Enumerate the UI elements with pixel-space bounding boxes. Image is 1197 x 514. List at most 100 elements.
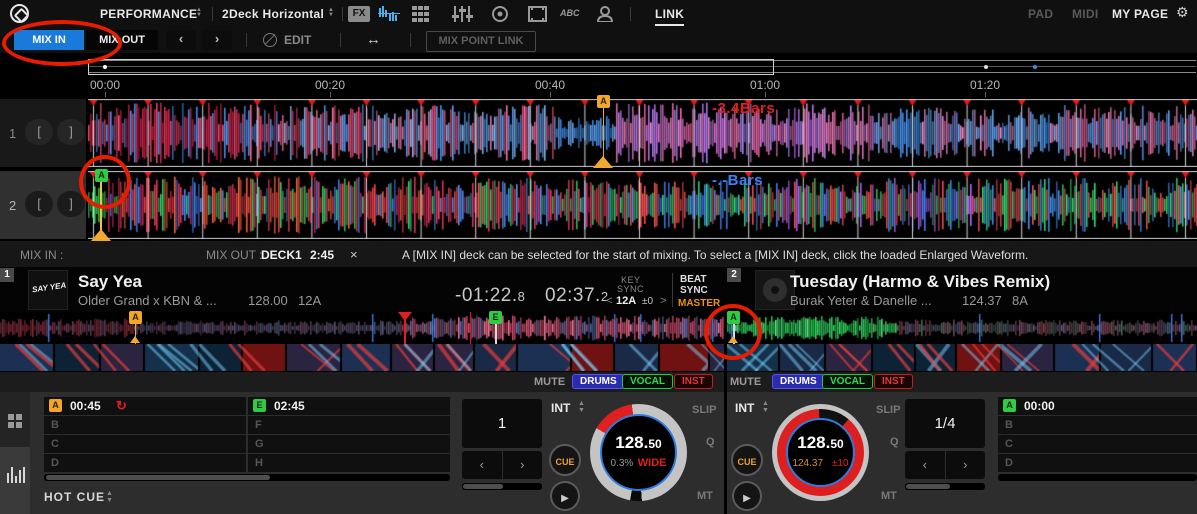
quantize-off-icon[interactable]: [263, 33, 277, 47]
recorder-icon[interactable]: [492, 6, 510, 22]
int-chevrons-icon[interactable]: ▲ ▼: [578, 400, 585, 414]
scrollbar-thumb[interactable]: [906, 484, 950, 489]
deck1-strip-cue-e[interactable]: E: [489, 311, 502, 324]
beat-sync-label[interactable]: BEAT: [680, 274, 706, 285]
hotcue-bank-chevrons-icon[interactable]: ▲ ▼: [106, 490, 113, 504]
camera-bust-icon[interactable]: [596, 6, 614, 22]
deck1-loop-out-button[interactable]: ]: [57, 119, 85, 145]
close-icon[interactable]: ×: [350, 247, 358, 262]
deck2-beatjump-value[interactable]: 1/4: [905, 399, 985, 448]
layout-chevrons-icon[interactable]: ▲ ▼: [328, 7, 334, 18]
lyric-abc-icon[interactable]: ABC: [560, 8, 580, 18]
pad-grid-icon[interactable]: [412, 6, 432, 22]
key-sync-value[interactable]: 12A: [616, 295, 636, 307]
video-icon[interactable]: [528, 6, 548, 22]
key-prev-icon[interactable]: <: [606, 295, 612, 307]
beatjump-back-button[interactable]: ‹: [462, 451, 503, 479]
deck1-cue-button[interactable]: CUE: [549, 444, 581, 476]
master-badge[interactable]: MASTER: [678, 298, 720, 309]
mix-point-link-button[interactable]: MIX POINT LINK: [426, 31, 536, 52]
deck1-mt-label[interactable]: MT: [697, 490, 713, 502]
int-chevrons-icon[interactable]: ▲ ▼: [762, 400, 769, 414]
deck1-slip-label[interactable]: SLIP: [692, 404, 716, 416]
deck2-strip-waveform[interactable]: [727, 312, 1197, 344]
prev-mix-point-button[interactable]: ‹: [166, 30, 196, 50]
gear-icon[interactable]: ⚙: [1176, 4, 1189, 21]
mode-chevrons-icon[interactable]: ▲ ▼: [196, 7, 202, 18]
beatjump-fwd-button[interactable]: ›: [946, 451, 986, 479]
deck2-badge: 2: [727, 268, 741, 282]
mode-selector[interactable]: PERFORMANCE: [100, 7, 197, 21]
deck2-hotcue-scrollbar[interactable]: [998, 474, 1197, 481]
layout-selector[interactable]: 2Deck Horizontal: [222, 7, 324, 21]
waveform-view-icon[interactable]: [378, 6, 402, 22]
mixer-icon[interactable]: [452, 6, 474, 22]
my-page-tab[interactable]: MY PAGE: [1112, 7, 1168, 21]
pad-tab[interactable]: PAD: [1028, 7, 1053, 21]
rekordbox-logo-icon[interactable]: [10, 4, 30, 24]
edit-button[interactable]: EDIT: [284, 33, 311, 47]
deck1-enlarged-waveform[interactable]: [88, 99, 1197, 167]
deck2-stem-drums-button[interactable]: DRUMS: [772, 374, 825, 389]
scrollbar-thumb[interactable]: [46, 475, 270, 480]
hotcue-slot-b[interactable]: B: [998, 416, 1197, 434]
deck2-loop-in-button[interactable]: [: [25, 191, 53, 217]
deck1-quantize-label[interactable]: Q: [706, 436, 715, 448]
overview-view-region[interactable]: [88, 59, 774, 75]
beatjump-fwd-button[interactable]: ›: [503, 451, 543, 479]
hotcue-slot-a[interactable]: A 00:45 ↺: [44, 397, 246, 415]
deck2-enlarged-waveform[interactable]: [88, 171, 1197, 239]
hotcue-slot-c[interactable]: C: [998, 435, 1197, 453]
deck2-loop-out-button[interactable]: ]: [57, 191, 85, 217]
mix-toolbar: MIX IN MIX OUT ‹ › EDIT ↔ MIX POINT LINK: [0, 27, 1197, 53]
timeline-tick: 00:40: [534, 78, 566, 92]
midi-tab[interactable]: MIDI: [1072, 7, 1099, 21]
deck1-stem-drums-button[interactable]: DRUMS: [572, 374, 625, 389]
overview-marker-dot-blue: [1033, 65, 1037, 69]
deck2-mt-label[interactable]: MT: [881, 490, 897, 502]
hotcue-slot-f[interactable]: F: [248, 416, 450, 434]
beatjump-back-button[interactable]: ‹: [905, 451, 946, 479]
deck1-beatjump-scrollbar[interactable]: [462, 483, 542, 490]
deck1-play-button[interactable]: ▶: [550, 481, 580, 511]
hotcue-slot-c[interactable]: C: [44, 435, 246, 453]
hotcue-slot-e[interactable]: E 02:45: [248, 397, 450, 415]
pad-mode-icon[interactable]: [8, 414, 22, 428]
deck1-loop-in-button[interactable]: [: [25, 119, 53, 145]
deck1-strip-cue-a[interactable]: A: [129, 311, 142, 324]
deck2-stem-vocal-button[interactable]: VOCAL: [822, 374, 873, 389]
deck1-beatjump-value[interactable]: 1: [462, 399, 542, 448]
deck2-jog-wheel[interactable]: 128.50 124.37 ±10: [772, 404, 869, 501]
hotcue-slot-g[interactable]: G: [248, 435, 450, 453]
deck2-beatjump-scrollbar[interactable]: [905, 483, 985, 490]
key-sync-label: SYNC: [617, 284, 645, 294]
deck2-int-mode[interactable]: INT: [735, 401, 754, 415]
scrollbar-thumb[interactable]: [463, 484, 503, 489]
deck2-play-button[interactable]: ▶: [732, 481, 762, 511]
hotcue-slot-a[interactable]: A 00:00: [998, 397, 1197, 415]
deck1-jog-wheel[interactable]: 128.50 0.3% WIDE: [590, 404, 687, 501]
hotcue-slot-d[interactable]: D: [44, 454, 246, 472]
deck1-int-mode[interactable]: INT: [551, 401, 570, 415]
key-next-icon[interactable]: >: [660, 295, 666, 307]
deck2-stem-inst-button[interactable]: INST: [874, 374, 913, 389]
resize-icon[interactable]: ↔: [366, 31, 381, 48]
active-panel-tab[interactable]: [0, 447, 30, 514]
link-tab[interactable]: LINK: [655, 7, 685, 26]
deck1-hotcue-scrollbar[interactable]: [44, 474, 450, 481]
deck2-quantize-label[interactable]: Q: [890, 436, 899, 448]
hotcue-slot-d[interactable]: D: [998, 454, 1197, 472]
beat-sync-label[interactable]: SYNC: [680, 285, 708, 296]
hotcue-slot-h[interactable]: H: [248, 454, 450, 472]
deck1-cue-a-marker[interactable]: A: [597, 95, 610, 108]
deck1-strip-waveform[interactable]: [0, 312, 724, 344]
deck2-mute-label: MUTE: [730, 376, 762, 388]
deck1-stem-inst-button[interactable]: INST: [674, 374, 713, 389]
hotcue-slot-b[interactable]: B: [44, 416, 246, 434]
next-mix-point-button[interactable]: ›: [202, 30, 232, 50]
deck2-slip-label[interactable]: SLIP: [876, 404, 900, 416]
timeline-tickmark: [105, 92, 106, 97]
deck1-stem-vocal-button[interactable]: VOCAL: [622, 374, 673, 389]
deck2-cue-button[interactable]: CUE: [731, 444, 763, 476]
fx-icon[interactable]: FX: [348, 6, 370, 22]
